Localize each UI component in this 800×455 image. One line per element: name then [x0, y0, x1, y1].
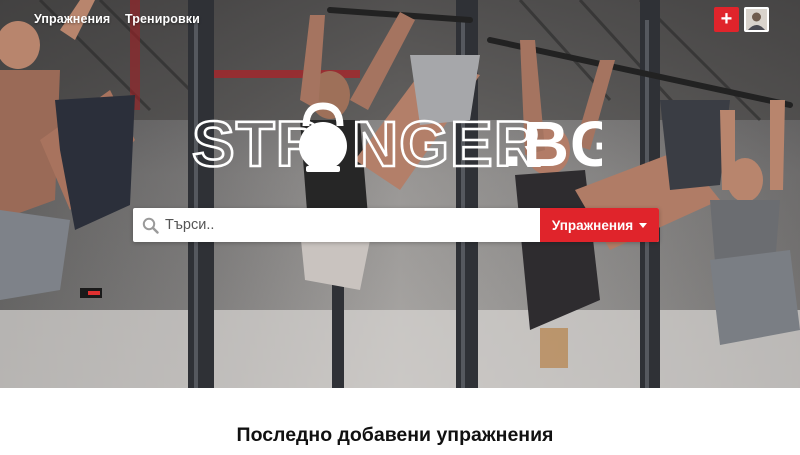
- nav-link-exercises[interactable]: Упражнения: [34, 12, 110, 26]
- gym-background-image: [0, 0, 800, 388]
- hero-banner: Упражнения Тренировки + STR NGER .BG Тър…: [0, 0, 800, 388]
- stronger-bg-logo: STR NGER .BG: [191, 100, 620, 181]
- add-button[interactable]: +: [714, 7, 739, 32]
- nav-link-workouts[interactable]: Тренировки: [125, 12, 200, 26]
- top-navigation: Упражнения Тренировки +: [0, 0, 800, 38]
- category-dropdown-label: Упражнения: [551, 217, 634, 233]
- caret-down-icon: [639, 223, 648, 228]
- search-icon: [142, 217, 159, 234]
- search-bar: Упражнения: [133, 208, 659, 242]
- category-dropdown-button[interactable]: Упражнения: [540, 208, 659, 242]
- kettlebell-icon: [299, 102, 347, 172]
- logo-wordmark: STR NGER .BG: [191, 102, 620, 181]
- svg-text:.BG: .BG: [504, 108, 602, 176]
- avatar-image: [746, 9, 767, 30]
- section-title: Последно добавени упражнения: [236, 424, 554, 446]
- search-input[interactable]: [165, 208, 535, 242]
- user-avatar[interactable]: [744, 7, 769, 32]
